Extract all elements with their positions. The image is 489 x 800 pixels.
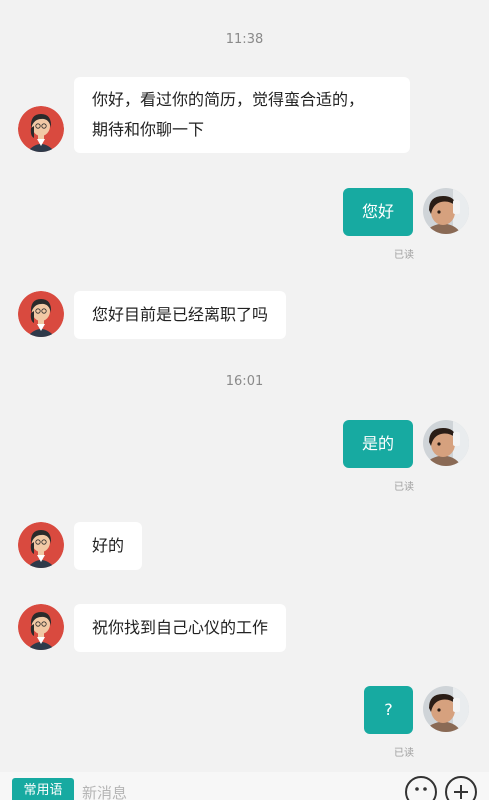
read-receipt: 已读 bbox=[394, 748, 414, 759]
user-avatar[interactable] bbox=[423, 188, 469, 234]
message-text: 祝你找到自己心仪的工作 bbox=[92, 618, 269, 637]
message-text: 好的 bbox=[92, 536, 125, 555]
message-text: 您好目前是已经离职了吗 bbox=[92, 305, 269, 324]
emoji-icon[interactable] bbox=[405, 776, 437, 800]
common-phrases-button[interactable]: 常用语 bbox=[12, 778, 74, 800]
user-avatar[interactable] bbox=[423, 420, 469, 466]
outgoing-message-bubble[interactable]: ? bbox=[364, 686, 413, 734]
recruiter-avatar[interactable] bbox=[18, 106, 64, 152]
timestamp: 16:01 bbox=[225, 374, 264, 389]
recruiter-avatar[interactable] bbox=[18, 291, 64, 337]
timestamp: 11:38 bbox=[225, 32, 264, 47]
plus-icon[interactable] bbox=[445, 776, 477, 800]
message-text: 您好 bbox=[361, 202, 394, 221]
message-text: 你好，看过你的简历，觉得蛮合适的， bbox=[92, 90, 365, 109]
read-receipt: 已读 bbox=[394, 250, 414, 261]
incoming-message-bubble[interactable]: 好的 bbox=[74, 522, 143, 570]
incoming-message-bubble[interactable]: 你好，看过你的简历，觉得蛮合适的， 期待和你聊一下 bbox=[74, 77, 410, 153]
user-avatar[interactable] bbox=[423, 686, 469, 732]
message-text: 是的 bbox=[361, 434, 394, 453]
message-input[interactable]: 新消息 bbox=[82, 782, 127, 800]
outgoing-message-bubble[interactable]: 是的 bbox=[343, 420, 413, 468]
outgoing-message-bubble[interactable]: 您好 bbox=[343, 188, 413, 236]
message-text: 期待和你聊一下 bbox=[92, 120, 205, 139]
incoming-message-bubble[interactable]: 您好目前是已经离职了吗 bbox=[74, 291, 287, 339]
incoming-message-bubble[interactable]: 祝你找到自己心仪的工作 bbox=[74, 604, 287, 652]
read-receipt: 已读 bbox=[394, 482, 414, 493]
recruiter-avatar[interactable] bbox=[18, 522, 64, 568]
recruiter-avatar[interactable] bbox=[18, 604, 64, 650]
message-text: ? bbox=[384, 700, 393, 719]
